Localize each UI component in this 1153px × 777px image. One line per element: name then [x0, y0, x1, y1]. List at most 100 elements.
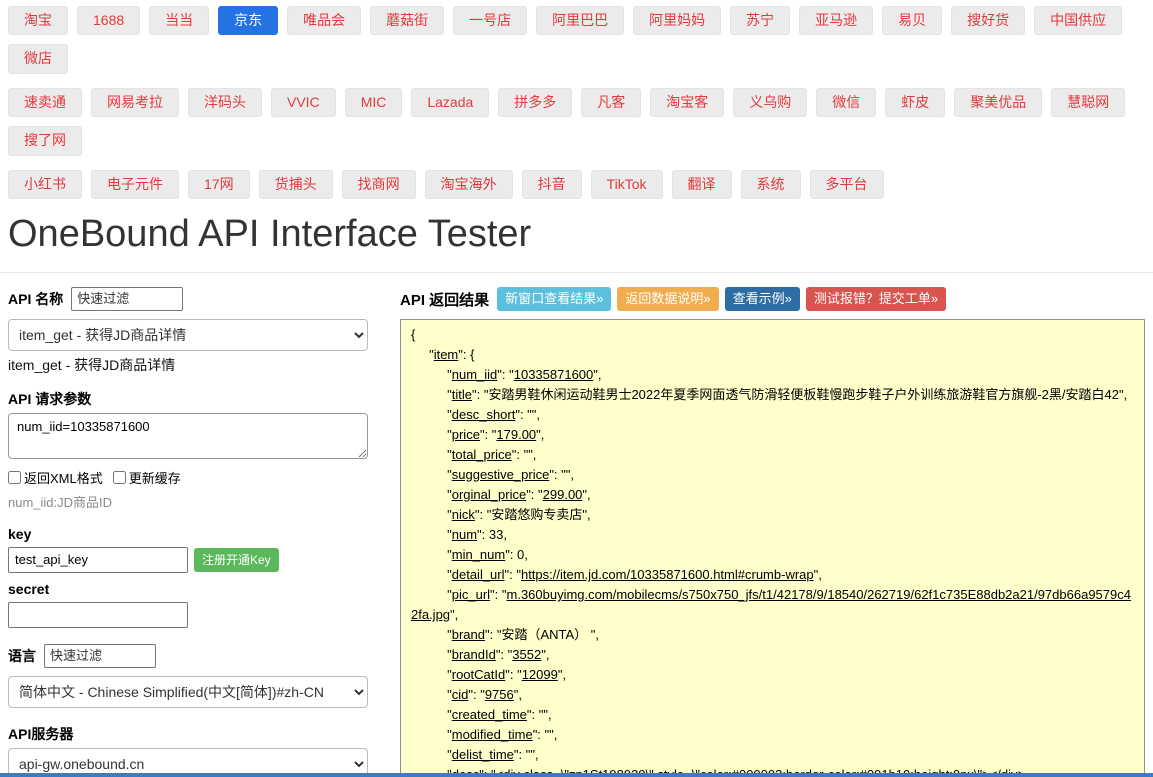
nav-item[interactable]: 淘宝海外 — [424, 169, 513, 199]
language-row: 语言 — [8, 643, 368, 668]
json-line: "total_price": "", — [411, 447, 537, 463]
nav-item[interactable]: 淘宝客 — [650, 87, 725, 118]
json-line: "suggestive_price": "", — [411, 467, 574, 483]
json-line: "modified_time": "", — [411, 727, 558, 743]
refresh-cache-checkbox[interactable] — [112, 471, 126, 485]
nav-item[interactable]: 苏宁 — [730, 6, 791, 36]
nav-item[interactable]: 慧聪网 — [1051, 87, 1126, 118]
page-title: OneBound API Interface Tester — [8, 212, 532, 255]
nav-item[interactable]: MIC — [344, 87, 403, 118]
api-server-label: API服务器 — [8, 725, 74, 742]
json-line: "brandId": "3552", — [411, 647, 550, 663]
json-line: "num": 33, — [411, 527, 507, 543]
nav-item[interactable]: 翻译 — [671, 169, 732, 199]
view-examples-button[interactable]: 查看示例» — [724, 286, 800, 312]
json-line: "nick": "安踏悠购专卖店", — [411, 507, 591, 523]
nav-item[interactable]: 找商网 — [341, 169, 416, 199]
report-error-ticket-button[interactable]: 测试报错？提交工单» — [805, 286, 947, 312]
json-line: "item": { — [411, 347, 475, 363]
return-data-docs-button[interactable]: 返回数据说明» — [617, 286, 719, 312]
json-line: "title": "安踏男鞋休闲运动鞋男士2022年夏季网面透气防滑轻便板鞋慢跑… — [411, 387, 1128, 403]
nav-item[interactable]: 速卖通 — [8, 87, 82, 118]
bottom-bar — [0, 773, 1153, 777]
xml-checkbox-label[interactable]: 返回XML格式 — [8, 468, 103, 487]
json-line: "delist_time": "", — [411, 747, 539, 763]
request-params-textarea[interactable]: num_iid=10335871600 — [8, 412, 368, 459]
json-line: "min_num": 0, — [411, 547, 528, 563]
left-panel: API 名称 item_get - 获得JD商品详情 item_get - 获得… — [8, 286, 368, 777]
json-line: "detail_url": "https://item.jd.com/10335… — [411, 567, 822, 583]
nav-item[interactable]: 亚马逊 — [799, 6, 874, 36]
nav-item[interactable]: 货捕头 — [258, 169, 333, 199]
nav-item[interactable]: 中国供应 — [1034, 6, 1123, 36]
language-label: 语言 — [8, 647, 36, 664]
nav-item[interactable]: VVIC — [271, 87, 336, 118]
nav-item[interactable]: Lazada — [411, 87, 490, 118]
nav-item[interactable]: 义乌购 — [733, 87, 808, 118]
main-content: API 名称 item_get - 获得JD商品详情 item_get - 获得… — [0, 273, 1153, 777]
nav-item[interactable]: 电子元件 — [91, 169, 179, 199]
nav-item[interactable]: 易贝 — [882, 6, 943, 36]
checkbox-row: 返回XML格式 更新缓存 — [8, 468, 368, 488]
nav-item[interactable]: 网易考拉 — [91, 87, 179, 118]
page: 淘宝 1688 当当 京东 唯品会 蘑菇街 一号店 阿里巴巴 阿里妈妈 苏宁 亚马逊 易贝 搜好货 中国供… — [0, 0, 1153, 777]
nav-item[interactable]: 微信 — [816, 87, 877, 118]
nav-item[interactable]: 1688 — [77, 6, 141, 36]
nav-item[interactable]: 洋码头 — [188, 87, 262, 118]
open-new-window-button[interactable]: 新窗口查看结果» — [497, 286, 612, 312]
nav-item[interactable]: 阿里巴巴 — [536, 6, 625, 36]
nav-item[interactable]: 拼多多 — [498, 87, 573, 118]
result-header: API 返回结果 新窗口查看结果» 返回数据说明» 查看示例» 测试报错？提交工… — [400, 286, 1145, 312]
nav-item[interactable]: 京东 — [218, 6, 279, 36]
json-line: "desc_short": "", — [411, 407, 541, 423]
nav-item[interactable]: TikTok — [590, 169, 663, 199]
nav-item[interactable]: 搜好货 — [951, 6, 1026, 36]
secret-input[interactable] — [8, 601, 188, 628]
api-name-filter-input[interactable] — [71, 286, 184, 311]
language-filter-input[interactable] — [44, 643, 156, 668]
cache-checkbox-label[interactable]: 更新缓存 — [112, 468, 181, 487]
nav-item[interactable]: 当当 — [149, 6, 210, 36]
request-params-label: API 请求参数 — [8, 390, 92, 407]
api-name-label: API 名称 — [8, 290, 64, 307]
result-json[interactable]: { "item": { "num_iid": "10335871600", "t… — [400, 319, 1145, 777]
nav-item[interactable]: 唯品会 — [287, 6, 362, 36]
nav-item[interactable]: 小红书 — [8, 169, 82, 199]
nav-item[interactable]: 微店 — [8, 44, 68, 74]
api-selected-caption: item_get - 获得JD商品详情 — [8, 356, 176, 373]
cache-checkbox-text: 更新缓存 — [128, 471, 181, 487]
json-line: "price": "179.00", — [411, 427, 545, 443]
json-line: "pic_url": "m.360buyimg.com/mobilecms/s7… — [411, 587, 1131, 623]
json-line: "orginal_price": "299.00", — [411, 487, 591, 503]
xml-format-checkbox[interactable] — [8, 471, 21, 485]
key-row: 注册开通Key — [8, 546, 368, 573]
nav-item[interactable]: 虾皮 — [885, 87, 946, 118]
nav-item[interactable]: 搜了网 — [8, 126, 82, 156]
xml-checkbox-text: 返回XML格式 — [24, 471, 103, 487]
json-line: "cid": "9756", — [411, 687, 522, 703]
nav-item[interactable]: 阿里妈妈 — [633, 6, 722, 36]
nav-item[interactable]: 系统 — [740, 169, 801, 199]
nav-item[interactable]: 聚美优品 — [954, 87, 1043, 118]
param-hint: num_iid:JD商品ID — [8, 494, 113, 510]
nav-item[interactable]: 抖音 — [521, 169, 582, 199]
api-key-input[interactable] — [8, 546, 188, 573]
nav-row: 小红书 电子元件 17网 货捕头 找商网 淘宝海外 抖音 TikTok 翻译 系统 多平台 — [8, 169, 1145, 199]
api-name-row: API 名称 — [8, 286, 368, 311]
json-line: "rootCatId": "12099", — [411, 667, 567, 683]
key-label: key — [8, 525, 32, 542]
result-panel: API 返回结果 新窗口查看结果» 返回数据说明» 查看示例» 测试报错？提交工… — [400, 286, 1145, 777]
nav-item[interactable]: 凡客 — [581, 87, 642, 118]
register-key-button[interactable]: 注册开通Key — [194, 547, 279, 572]
api-select[interactable]: item_get - 获得JD商品详情 — [8, 318, 368, 351]
json-line: { — [411, 327, 416, 343]
nav-row: 淘宝 1688 当当 京东 唯品会 蘑菇街 一号店 阿里巴巴 阿里妈妈 苏宁 亚马逊 易贝 搜好货 中国供… — [8, 6, 1145, 74]
language-select[interactable]: 简体中文 - Chinese Simplified(中文[简体])#zh-CN — [8, 675, 368, 708]
nav-item[interactable]: 淘宝 — [8, 6, 68, 36]
nav-item[interactable]: 17网 — [188, 169, 250, 199]
result-header-label: API 返回结果 — [400, 291, 490, 309]
nav-item[interactable]: 一号店 — [453, 6, 528, 36]
nav-item[interactable]: 多平台 — [809, 169, 884, 199]
nav-item[interactable]: 蘑菇街 — [370, 6, 445, 36]
json-line: "num_iid": "10335871600", — [411, 367, 602, 383]
